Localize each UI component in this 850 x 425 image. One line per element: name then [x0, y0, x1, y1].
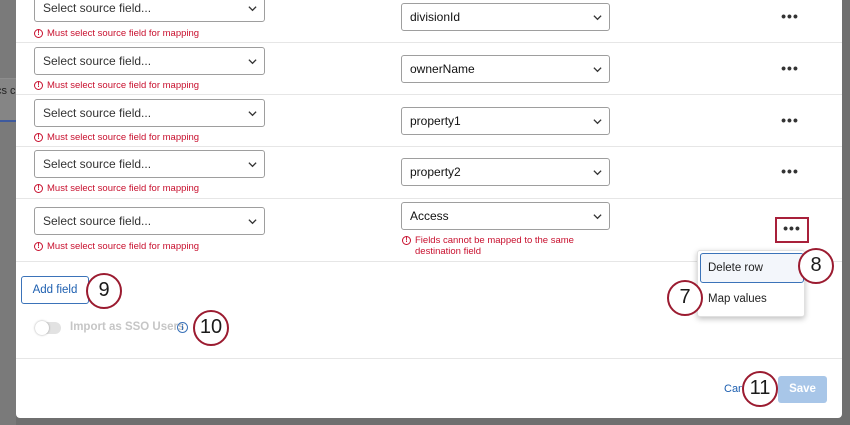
error-icon: ! — [402, 236, 411, 245]
background-tab: cs c — [0, 78, 16, 122]
destination-field-value: property1 — [410, 114, 461, 128]
chevron-down-icon — [593, 15, 602, 21]
info-icon[interactable]: i — [177, 322, 188, 333]
row-more-options-icon[interactable]: ••• — [778, 61, 802, 79]
chevron-down-icon — [248, 162, 257, 168]
import-sso-users-label: Import as SSO Users — [70, 321, 185, 333]
callout-badge: 10 — [193, 310, 229, 346]
import-sso-users-toggle[interactable] — [35, 321, 61, 335]
error-icon: ! — [34, 184, 43, 193]
cancel-button[interactable]: Can — [724, 383, 742, 395]
row-more-options-icon[interactable]: ••• — [778, 9, 802, 27]
source-field-select[interactable]: Select source field... — [34, 0, 265, 22]
mapping-row: Select source field... ! Must select sou… — [16, 147, 842, 199]
source-field-error-text: Must select source field for mapping — [47, 28, 200, 39]
source-field-select[interactable]: Select source field... — [34, 99, 265, 127]
source-field-error: ! Must select source field for mapping — [34, 241, 199, 252]
source-field-select[interactable]: Select source field... — [34, 150, 265, 178]
callout-badge: 11 — [742, 371, 778, 407]
callout-badge: 9 — [86, 273, 122, 309]
destination-field-select[interactable]: Access — [401, 202, 610, 230]
mapping-row: Select source field... ! Must select sou… — [16, 43, 842, 95]
destination-field-select[interactable]: divisionId — [401, 3, 610, 31]
row-more-options-icon[interactable]: ••• — [775, 217, 809, 243]
source-field-error: ! Must select source field for mapping — [34, 80, 199, 91]
source-field-error-text: Must select source field for mapping — [47, 132, 200, 143]
source-field-placeholder: Select source field... — [43, 106, 152, 120]
background-page — [0, 0, 16, 425]
field-mapping-dialog: Select source field... ! Must select sou… — [16, 0, 842, 418]
destination-field-select[interactable]: ownerName — [401, 55, 610, 83]
add-field-button[interactable]: Add field — [21, 276, 89, 304]
source-field-error: ! Must select source field for mapping — [34, 28, 199, 39]
chevron-down-icon — [593, 214, 602, 220]
destination-field-select[interactable]: property1 — [401, 107, 610, 135]
chevron-down-icon — [593, 119, 602, 125]
destination-field-value: divisionId — [410, 10, 461, 24]
source-field-error-text: Must select source field for mapping — [47, 241, 200, 252]
background-fragment-text: cs c — [0, 85, 16, 97]
toggle-knob — [35, 321, 49, 335]
mapping-row: Select source field... ! Must select sou… — [16, 0, 842, 43]
destination-field-value: ownerName — [410, 62, 475, 76]
source-field-placeholder: Select source field... — [43, 157, 152, 171]
source-field-placeholder: Select source field... — [43, 54, 152, 68]
delete-row-menu-item[interactable]: Delete row — [700, 253, 804, 283]
chevron-down-icon — [248, 111, 257, 117]
source-field-error: ! Must select source field for mapping — [34, 132, 199, 143]
source-field-select[interactable]: Select source field... — [34, 47, 265, 75]
source-field-placeholder: Select source field... — [43, 214, 152, 228]
chevron-down-icon — [248, 59, 257, 65]
row-options-menu: Delete row Map values — [697, 250, 805, 317]
chevron-down-icon — [593, 67, 602, 73]
error-icon: ! — [34, 29, 43, 38]
callout-badge: 7 — [667, 280, 703, 316]
destination-field-select[interactable]: property2 — [401, 158, 610, 186]
chevron-down-icon — [248, 6, 257, 12]
source-field-error-text: Must select source field for mapping — [47, 183, 200, 194]
chevron-down-icon — [248, 219, 257, 225]
callout-badge: 8 — [798, 248, 834, 284]
row-more-options-icon[interactable]: ••• — [778, 164, 802, 182]
map-values-menu-item[interactable]: Map values — [698, 284, 806, 314]
footer-divider — [16, 358, 842, 359]
source-field-error-text: Must select source field for mapping — [47, 80, 200, 91]
error-icon: ! — [34, 133, 43, 142]
source-field-placeholder: Select source field... — [43, 1, 152, 15]
destination-field-error-text: Fields cannot be mapped to the same dest… — [415, 235, 574, 257]
row-more-options-icon[interactable]: ••• — [778, 113, 802, 131]
save-button[interactable]: Save — [778, 376, 827, 403]
error-icon: ! — [34, 242, 43, 251]
destination-field-value: Access — [410, 209, 449, 223]
error-icon: ! — [34, 81, 43, 90]
source-field-select[interactable]: Select source field... — [34, 207, 265, 235]
mapping-row: Select source field... ! Must select sou… — [16, 95, 842, 147]
chevron-down-icon — [593, 170, 602, 176]
destination-field-error: ! Fields cannot be mapped to the same de… — [402, 235, 602, 257]
destination-field-value: property2 — [410, 165, 461, 179]
source-field-error: ! Must select source field for mapping — [34, 183, 199, 194]
